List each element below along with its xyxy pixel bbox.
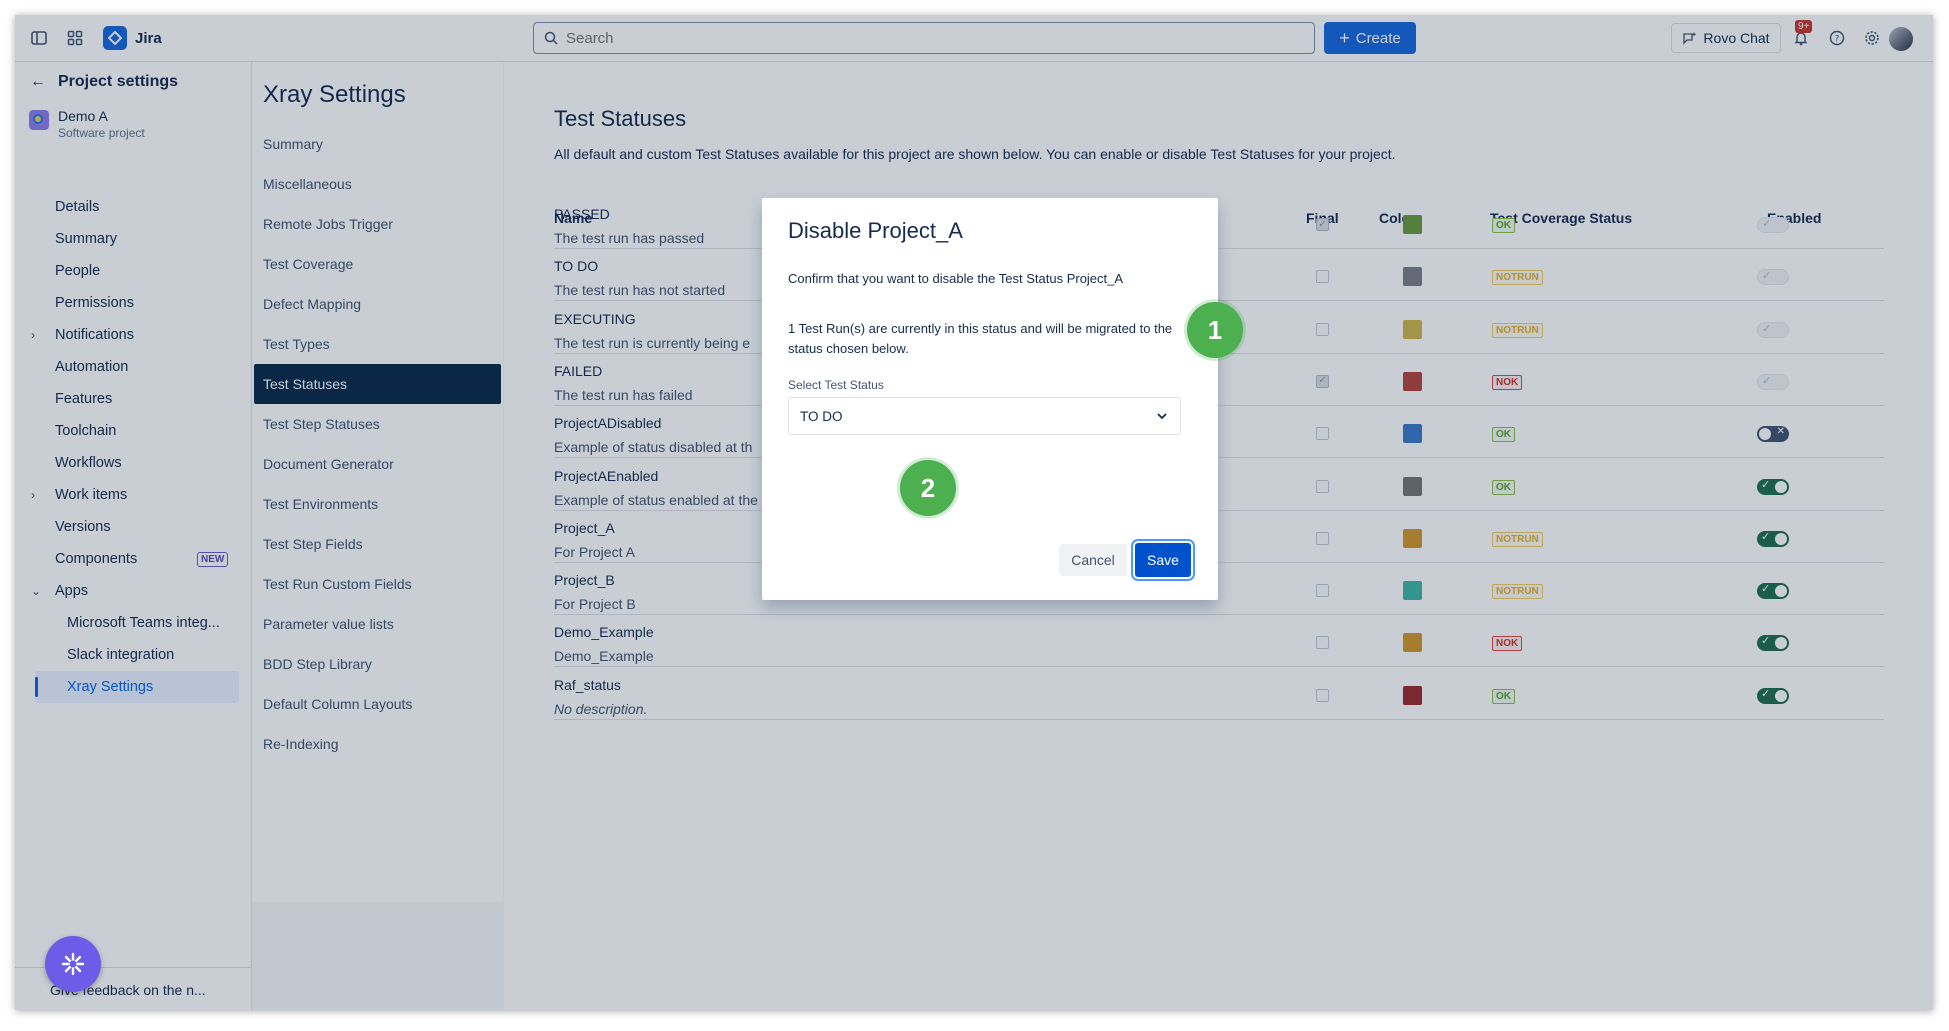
jira-window: Jira + Create Rovo Chat 9+ ? ← Project s [15,15,1933,1010]
dialog-title: Disable Project_A [788,218,963,243]
save-button[interactable]: Save [1135,543,1191,577]
step-marker-1: 1 [1187,302,1243,358]
chevron-down-icon [1157,413,1167,420]
sparkle-icon [61,952,85,976]
select-test-status-dropdown[interactable]: TO DO [788,397,1181,435]
step-marker-2: 2 [900,460,956,516]
dialog-confirm-text: Confirm that you want to disable the Tes… [788,271,1124,286]
ai-assistant-fab[interactable] [45,936,101,992]
select-test-status-label: Select Test Status [788,378,884,392]
disable-status-dialog: Disable Project_A Confirm that you want … [762,198,1218,600]
selected-status-value: TO DO [800,408,843,424]
dialog-info-text: 1 Test Run(s) are currently in this stat… [788,321,1173,356]
cancel-button[interactable]: Cancel [1059,544,1127,576]
